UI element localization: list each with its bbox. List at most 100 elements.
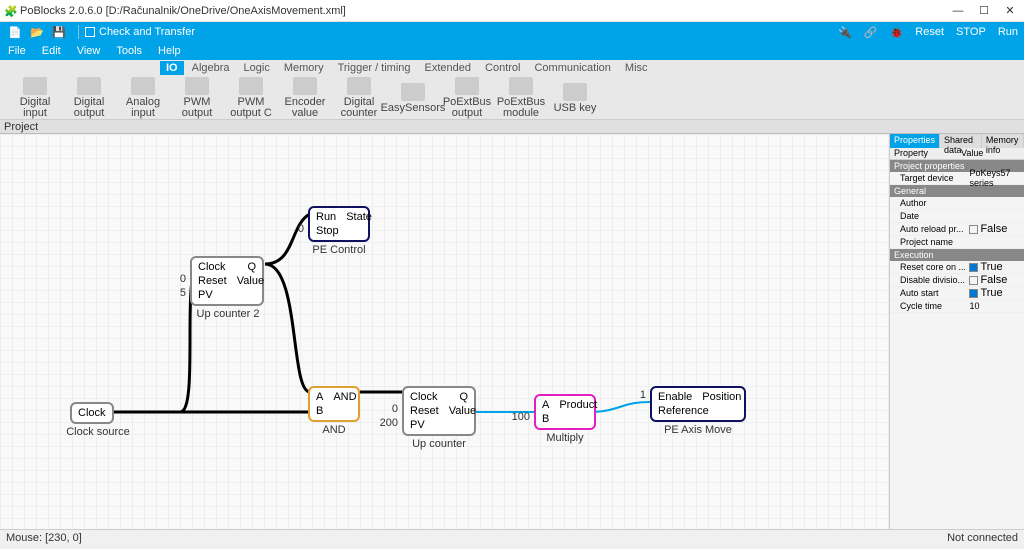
ribitem-digital-counter[interactable]: Digital counter bbox=[334, 77, 384, 119]
encoder-icon bbox=[293, 77, 317, 95]
new-project-icon[interactable]: 📄 bbox=[6, 24, 24, 40]
poextbus-output-icon bbox=[455, 77, 479, 95]
close-button[interactable]: ✕ bbox=[1004, 5, 1016, 17]
easysensors-icon bbox=[401, 83, 425, 101]
prop-date[interactable]: Date bbox=[890, 210, 1024, 223]
open-project-icon[interactable]: 📂 bbox=[28, 24, 46, 40]
ribitem-digital-input[interactable]: Digital input bbox=[10, 77, 60, 119]
upcounter-pv-in: 200 bbox=[376, 417, 398, 429]
pecontrol-stop-in: 0 bbox=[290, 223, 304, 235]
canvas[interactable]: Clock Clock source ClockQ ResetValue PV … bbox=[0, 134, 889, 529]
maximize-button[interactable]: ☐ bbox=[978, 5, 990, 17]
prop-cycle-time[interactable]: Cycle time10 bbox=[890, 300, 1024, 313]
block-up-counter[interactable]: ClockQ ResetValue PV bbox=[402, 386, 476, 436]
tab-properties[interactable]: Properties bbox=[890, 134, 940, 148]
prop-author[interactable]: Author bbox=[890, 197, 1024, 210]
block-pe-control[interactable]: RunState Stop bbox=[308, 206, 370, 242]
tab-memory-info[interactable]: Memory info bbox=[982, 134, 1024, 148]
checkbox-icon[interactable] bbox=[969, 263, 978, 272]
prop-target-device[interactable]: Target devicePoKeys57 series bbox=[890, 172, 1024, 185]
upcounter2-pv-in: 5 bbox=[172, 287, 186, 299]
prop-project-name[interactable]: Project name bbox=[890, 236, 1024, 249]
run-button[interactable]: Run bbox=[998, 26, 1018, 38]
block-and[interactable]: AAND B bbox=[308, 386, 360, 422]
menubar: File Edit View Tools Help bbox=[0, 42, 1024, 60]
ribbon-tabs: IO Algebra Logic Memory Trigger / timing… bbox=[0, 60, 1024, 76]
ribbon-tab-memory[interactable]: Memory bbox=[278, 61, 330, 75]
prop-auto-start[interactable]: Auto startTrue bbox=[890, 287, 1024, 300]
ribbon-tab-misc[interactable]: Misc bbox=[619, 61, 654, 75]
pwm-output-c-icon bbox=[239, 77, 263, 95]
prop-reset-core[interactable]: Reset core on ...True bbox=[890, 261, 1024, 274]
project-label: Project bbox=[4, 121, 38, 133]
ribbon-tab-extended[interactable]: Extended bbox=[419, 61, 477, 75]
digital-input-icon bbox=[23, 77, 47, 95]
app-icon: 🧩 bbox=[4, 5, 16, 17]
debug-icon[interactable]: 🐞 bbox=[890, 26, 904, 39]
block-clock-source[interactable]: Clock bbox=[70, 402, 114, 424]
link-icon[interactable]: 🔗 bbox=[864, 26, 878, 39]
digital-output-icon bbox=[77, 77, 101, 95]
properties-panel: Properties Shared data Memory info Prope… bbox=[889, 134, 1024, 529]
ribbon-tab-trigger[interactable]: Trigger / timing bbox=[332, 61, 417, 75]
ribbon-tab-algebra[interactable]: Algebra bbox=[186, 61, 236, 75]
block-multiply[interactable]: AProduct B bbox=[534, 394, 596, 430]
pwm-output-icon bbox=[185, 77, 209, 95]
workspace: Clock Clock source ClockQ ResetValue PV … bbox=[0, 134, 1024, 529]
check-transfer-label: Check and Transfer bbox=[99, 26, 195, 38]
window-title: PoBlocks 2.0.6.0 [D:/Računalnik/OneDrive… bbox=[20, 5, 952, 17]
multiply-b-in: 100 bbox=[508, 411, 530, 423]
ribitem-easysensors[interactable]: EasySensors bbox=[388, 77, 438, 119]
menu-file[interactable]: File bbox=[8, 45, 26, 57]
menu-help[interactable]: Help bbox=[158, 45, 181, 57]
ribbon-tab-control[interactable]: Control bbox=[479, 61, 526, 75]
wires bbox=[0, 134, 889, 529]
ribitem-digital-output[interactable]: Digital output bbox=[64, 77, 114, 119]
ribitem-analog-input[interactable]: Analog input bbox=[118, 77, 168, 119]
menu-tools[interactable]: Tools bbox=[116, 45, 142, 57]
save-project-icon[interactable]: 💾 bbox=[50, 24, 68, 40]
ribitem-pwm-output[interactable]: PWM output bbox=[172, 77, 222, 119]
caption-and: AND bbox=[308, 424, 360, 436]
checkbox-icon[interactable] bbox=[969, 289, 978, 298]
checkbox-icon[interactable] bbox=[969, 276, 978, 285]
tab-shared-data[interactable]: Shared data bbox=[940, 134, 982, 148]
checkbox-icon bbox=[85, 27, 95, 37]
ribitem-encoder-value[interactable]: Encoder value bbox=[280, 77, 330, 119]
ribitem-poextbus-output[interactable]: PoExtBus output bbox=[442, 77, 492, 119]
check-transfer-toggle[interactable]: Check and Transfer bbox=[85, 26, 195, 38]
ribitem-pwm-output-c[interactable]: PWM output C bbox=[226, 77, 276, 119]
prop-auto-reload[interactable]: Auto reload pr...False bbox=[890, 223, 1024, 236]
upcounter2-reset-in: 0 bbox=[172, 273, 186, 285]
clock-label: Clock bbox=[78, 406, 106, 420]
properties-tabs: Properties Shared data Memory info bbox=[890, 134, 1024, 148]
device-icon[interactable]: 🔌 bbox=[838, 26, 852, 39]
reset-button[interactable]: Reset bbox=[915, 26, 944, 38]
ribbon-tab-logic[interactable]: Logic bbox=[238, 61, 276, 75]
ribitem-usb-key[interactable]: USB key bbox=[550, 77, 600, 119]
minimize-button[interactable]: — bbox=[952, 5, 964, 17]
quick-toolbar: 📄 📂 💾 Check and Transfer 🔌 🔗 🐞 Reset STO… bbox=[0, 22, 1024, 42]
ribbon-tab-io[interactable]: IO bbox=[160, 61, 184, 75]
analog-input-icon bbox=[131, 77, 155, 95]
block-up-counter-2[interactable]: ClockQ ResetValue PV bbox=[190, 256, 264, 306]
caption-up-counter: Up counter bbox=[402, 438, 476, 450]
block-pe-axis-move[interactable]: EnablePosition Reference bbox=[650, 386, 746, 422]
menu-view[interactable]: View bbox=[77, 45, 101, 57]
properties-header: Property Value bbox=[890, 148, 1024, 160]
stop-button[interactable]: STOP bbox=[956, 26, 986, 38]
statusbar: Mouse: [230, 0] Not connected bbox=[0, 529, 1024, 545]
ribbon-tab-comm[interactable]: Communication bbox=[528, 61, 616, 75]
prop-disable-division[interactable]: Disable divisio...False bbox=[890, 274, 1024, 287]
ribitem-poextbus-module[interactable]: PoExtBus module bbox=[496, 77, 546, 119]
upcounter-reset-in: 0 bbox=[384, 403, 398, 415]
caption-pe-axis-move: PE Axis Move bbox=[650, 424, 746, 436]
poextbus-module-icon bbox=[509, 77, 533, 95]
prop-section-execution[interactable]: Execution bbox=[890, 249, 1024, 261]
usb-key-icon bbox=[563, 83, 587, 101]
checkbox-icon[interactable] bbox=[969, 225, 978, 234]
ribbon: IO Algebra Logic Memory Trigger / timing… bbox=[0, 60, 1024, 120]
menu-edit[interactable]: Edit bbox=[42, 45, 61, 57]
status-mouse: Mouse: [230, 0] bbox=[6, 532, 82, 544]
status-connection: Not connected bbox=[947, 532, 1018, 544]
